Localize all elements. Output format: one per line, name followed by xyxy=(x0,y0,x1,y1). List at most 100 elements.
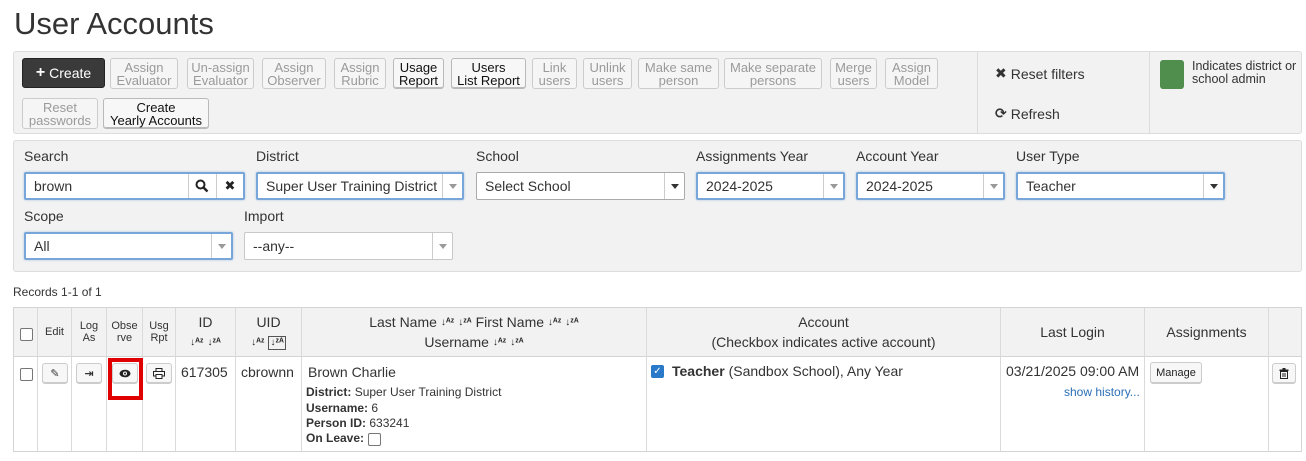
users-list-report-button[interactable]: Users List Report xyxy=(451,58,526,89)
page-title: User Accounts xyxy=(14,6,214,41)
import-label: Import xyxy=(244,208,284,224)
assign-observer-button[interactable]: Assign Observer xyxy=(262,58,326,89)
search-label: Search xyxy=(24,148,69,164)
chevron-down-icon xyxy=(1203,174,1223,198)
scope-select[interactable]: All xyxy=(24,232,233,260)
district-select[interactable]: Super User Training District xyxy=(256,172,464,200)
header-last-name: Last Name xyxy=(369,314,437,330)
user-on-leave: On Leave: xyxy=(306,431,365,445)
user-username: Username: 6 xyxy=(306,401,379,415)
merge-users-button[interactable]: Merge users xyxy=(830,58,877,89)
edit-button[interactable]: ✎ xyxy=(42,363,68,384)
manage-assignments-button[interactable]: Manage xyxy=(1150,362,1202,384)
create-button[interactable]: + Create xyxy=(22,58,105,88)
usage-report-button[interactable]: Usage Report xyxy=(393,58,444,89)
user-type-label: User Type xyxy=(1016,148,1080,164)
chevron-down-icon xyxy=(442,174,462,198)
header-username: Username xyxy=(424,334,489,350)
assignments-year-label: Assignments Year xyxy=(696,148,809,164)
header-name: Last Name ↓ᴬᶻ ↓ᶻᴬ First Name ↓ᴬᶻ ↓ᶻᴬ Use… xyxy=(302,312,646,352)
admin-legend-swatch xyxy=(1160,60,1184,89)
chevron-down-icon xyxy=(983,174,1003,198)
assign-rubric-button[interactable]: Assign Rubric xyxy=(334,58,386,89)
header-usage-report: Usg Rpt xyxy=(149,320,169,344)
trash-icon xyxy=(1279,368,1289,379)
plus-icon: + xyxy=(35,64,46,81)
chevron-down-icon xyxy=(823,174,843,198)
account-year-label: Account Year xyxy=(856,148,939,164)
user-type-select[interactable]: Teacher xyxy=(1016,172,1225,200)
school-label: School xyxy=(476,148,519,164)
refresh-button[interactable]: ⟳ Refresh xyxy=(995,105,1060,122)
sort-ascending-icon[interactable]: ↓ᴬᶻ xyxy=(190,338,203,348)
log-as-button[interactable]: ⇥ xyxy=(76,363,102,384)
header-first-name: First Name xyxy=(475,314,545,330)
x-icon: ✖ xyxy=(224,178,236,193)
user-id: 617305 xyxy=(181,364,228,380)
select-all-checkbox[interactable] xyxy=(20,328,33,341)
records-count: Records 1-1 of 1 xyxy=(13,285,102,299)
header-uid: UID ↓ᴬᶻ ↓ᶻᴬ xyxy=(251,314,286,351)
observe-highlight-box xyxy=(108,358,143,400)
account-info: Teacher (Sandbox School), Any Year xyxy=(672,363,903,379)
show-history-link[interactable]: show history... xyxy=(1064,385,1140,399)
chevron-down-icon xyxy=(432,233,452,259)
header-account: Account (Checkbox indicates active accou… xyxy=(711,314,936,350)
header-last-login: Last Login xyxy=(1040,324,1105,340)
reset-passwords-button[interactable]: Reset passwords xyxy=(22,98,98,129)
refresh-icon: ⟳ xyxy=(995,105,1007,121)
active-account-checkbox[interactable]: ✓ xyxy=(651,365,664,378)
sort-ascending-icon[interactable]: ↓ᴬᶻ xyxy=(441,318,454,328)
delete-button[interactable] xyxy=(1272,363,1296,384)
account-year-select[interactable]: 2024-2025 xyxy=(856,172,1005,200)
header-edit: Edit xyxy=(45,326,64,338)
sort-ascending-icon[interactable]: ↓ᴬᶻ xyxy=(493,338,506,348)
search-icon xyxy=(195,179,209,193)
last-login-value: 03/21/2025 09:00 AM xyxy=(1006,363,1140,379)
make-separate-persons-button[interactable]: Make separate persons xyxy=(724,58,822,89)
user-uid: cbrownn xyxy=(241,364,294,380)
pencil-icon: ✎ xyxy=(50,368,60,380)
user-person-id: Person ID: 633241 xyxy=(306,416,410,430)
search-button[interactable] xyxy=(188,174,215,198)
import-select[interactable]: --any-- xyxy=(244,232,453,260)
users-table: Edit Log As Obse rve Usg Rpt ID ↓ᴬᶻ ↓ᶻᴬ UID… xyxy=(13,307,1302,452)
sort-ascending-icon[interactable]: ↓ᴬᶻ xyxy=(251,338,264,348)
sort-descending-icon[interactable]: ↓ᶻᴬ xyxy=(268,336,286,351)
make-same-person-button[interactable]: Make same person xyxy=(638,58,719,89)
header-id: ID ↓ᴬᶻ ↓ᶻᴬ xyxy=(190,314,221,349)
header-assignments: Assignments xyxy=(1166,324,1247,340)
create-yearly-accounts-button[interactable]: Create Yearly Accounts xyxy=(103,98,209,129)
school-select[interactable]: Select School xyxy=(476,172,685,200)
admin-legend-text: Indicates district or school admin xyxy=(1192,59,1297,86)
toolbar-divider xyxy=(977,52,978,133)
x-icon: ✖ xyxy=(995,65,1007,81)
row-select-checkbox[interactable] xyxy=(20,368,33,381)
sort-descending-icon[interactable]: ↓ᶻᴬ xyxy=(458,318,471,328)
chevron-down-icon xyxy=(211,234,231,258)
header-log-as: Log As xyxy=(79,320,99,344)
district-label: District xyxy=(256,148,299,164)
sign-in-icon: ⇥ xyxy=(84,368,94,380)
link-users-button[interactable]: Link users xyxy=(532,58,577,89)
sort-descending-icon[interactable]: ↓ᶻᴬ xyxy=(510,338,523,348)
toolbar-divider xyxy=(1149,52,1150,133)
scope-label: Scope xyxy=(24,208,64,224)
un-assign-evaluator-button[interactable]: Un-assign Evaluator xyxy=(187,58,254,89)
sort-ascending-icon[interactable]: ↓ᴬᶻ xyxy=(548,318,561,328)
print-icon xyxy=(153,368,165,379)
clear-search-button[interactable]: ✖ xyxy=(216,174,243,198)
assign-model-button[interactable]: Assign Model xyxy=(885,58,938,89)
user-name: Brown Charlie xyxy=(308,364,396,380)
sort-descending-icon[interactable]: ↓ᶻᴬ xyxy=(565,318,578,328)
unlink-users-button[interactable]: Unlink users xyxy=(583,58,632,89)
assign-evaluator-button[interactable]: Assign Evaluator xyxy=(110,58,178,89)
check-icon: ✓ xyxy=(653,366,662,377)
search-input[interactable]: brown ✖ xyxy=(24,172,245,200)
on-leave-checkbox[interactable] xyxy=(368,433,381,446)
assignments-year-select[interactable]: 2024-2025 xyxy=(696,172,845,200)
header-observe: Obse rve xyxy=(111,320,138,344)
usage-report-button[interactable] xyxy=(146,363,172,384)
sort-descending-icon[interactable]: ↓ᶻᴬ xyxy=(207,338,220,348)
reset-filters-button[interactable]: ✖ Reset filters xyxy=(995,65,1085,82)
